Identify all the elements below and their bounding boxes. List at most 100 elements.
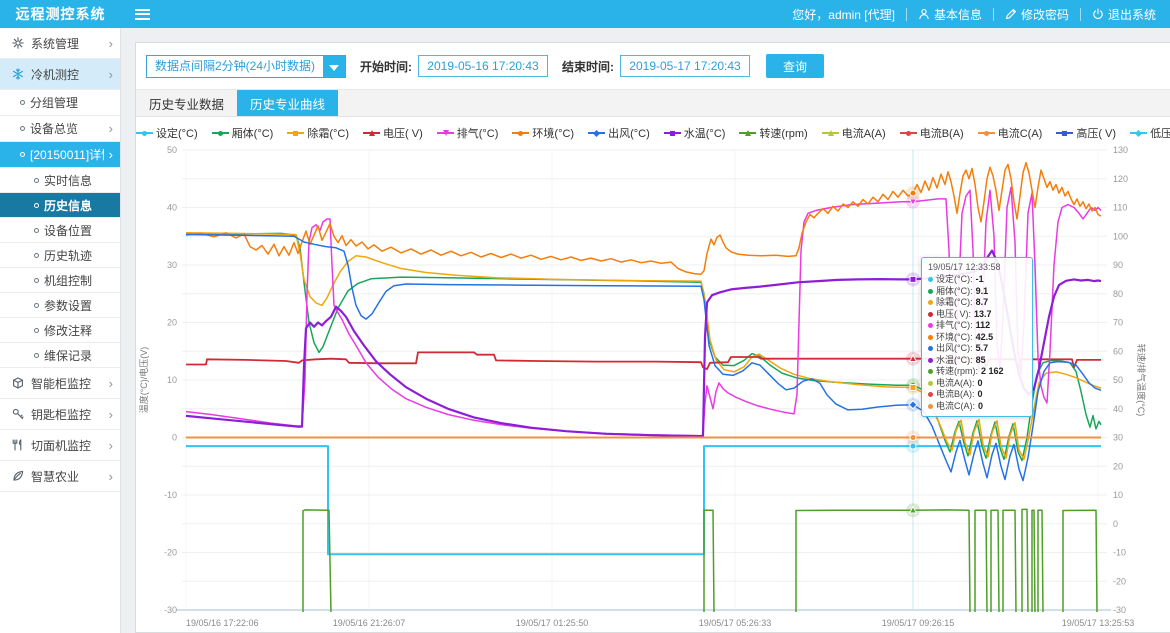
- svg-text:19/05/17 01:25:50: 19/05/17 01:25:50: [516, 618, 589, 628]
- sidebar-item[interactable]: 参数设置: [0, 293, 120, 318]
- series-设定(°C): [186, 446, 1101, 554]
- user-greeting: 您好，admin [代理]: [792, 6, 895, 23]
- sidebar-item[interactable]: 历史信息: [0, 193, 120, 218]
- toolbar: 数据点间隔2分钟(24小时数据) 开始时间: 结束时间: 查询: [136, 43, 1170, 90]
- legend-item[interactable]: 高压( V): [1056, 125, 1116, 141]
- sidebar-item[interactable]: 设备总览›: [0, 116, 120, 142]
- svg-text:19/05/16 17:22:06: 19/05/16 17:22:06: [186, 618, 259, 628]
- svg-text:40: 40: [167, 203, 177, 213]
- svg-text:-30: -30: [164, 605, 177, 615]
- svg-text:130: 130: [1113, 145, 1128, 155]
- svg-text:20: 20: [167, 318, 177, 328]
- chevron-down-icon[interactable]: [323, 56, 345, 77]
- svg-text:19/05/17 09:26:15: 19/05/17 09:26:15: [882, 618, 955, 628]
- series-电压( V): [186, 352, 1101, 369]
- bullet-icon: [20, 126, 25, 131]
- svg-text:90: 90: [1113, 260, 1123, 270]
- svg-text:19/05/17 13:25:53: 19/05/17 13:25:53: [1062, 618, 1135, 628]
- sidebar-item[interactable]: 实时信息: [0, 168, 120, 193]
- legend-marker-icon: [136, 129, 153, 137]
- svg-text:10: 10: [1113, 490, 1123, 500]
- legend-item[interactable]: 水温(°C): [664, 125, 726, 141]
- content-card: 数据点间隔2分钟(24小时数据) 开始时间: 结束时间: 查询 历史专业数据历史…: [135, 42, 1170, 633]
- legend-item[interactable]: 排气(°C): [437, 125, 499, 141]
- svg-text:40: 40: [1113, 404, 1123, 414]
- legend-marker-icon: [664, 129, 681, 137]
- person-icon: [918, 8, 930, 20]
- legend-marker-icon: [512, 129, 529, 137]
- svg-text:19/05/16 21:26:07: 19/05/16 21:26:07: [333, 618, 406, 628]
- chevron-right-icon: ›: [109, 439, 113, 452]
- svg-text:30: 30: [1113, 433, 1123, 443]
- bullet-icon: [34, 328, 39, 333]
- history-curve-chart[interactable]: 50403020100-10-20-3013012011010090807060…: [136, 142, 1149, 632]
- legend-item[interactable]: 除霜(°C): [287, 125, 349, 141]
- svg-text:转速/排气温度(°C): 转速/排气温度(°C): [1136, 344, 1147, 417]
- legend-item[interactable]: 设定(°C): [136, 125, 198, 141]
- header-link-0[interactable]: 基本信息: [918, 6, 982, 23]
- sidebar-item[interactable]: 设备位置: [0, 218, 120, 243]
- legend-item[interactable]: 电流C(A): [978, 125, 1043, 141]
- header-divider: [906, 8, 907, 21]
- sidebar-item[interactable]: 切面机监控›: [0, 430, 120, 461]
- leaf-icon: [12, 470, 24, 482]
- chevron-right-icon: ›: [109, 470, 113, 483]
- svg-text:30: 30: [167, 260, 177, 270]
- sidebar-item[interactable]: 智能柜监控›: [0, 368, 120, 399]
- sidebar-item[interactable]: 机组控制: [0, 268, 120, 293]
- chevron-right-icon: ›: [109, 408, 113, 421]
- sidebar-item[interactable]: 冷机测控›: [0, 59, 120, 90]
- legend-marker-icon: [212, 129, 229, 137]
- header-links: 您好，admin [代理] 基本信息 修改密码 退出系统: [792, 6, 1170, 23]
- legend-marker-icon: [588, 129, 605, 137]
- power-icon: [1092, 8, 1104, 20]
- tab-1[interactable]: 历史专业曲线: [237, 90, 338, 116]
- snowflake-icon: [12, 68, 24, 80]
- legend-item[interactable]: 电流B(A): [900, 125, 964, 141]
- svg-text:50: 50: [167, 145, 177, 155]
- legend-marker-icon: [978, 129, 995, 137]
- legend-marker-icon: [437, 129, 454, 137]
- svg-text:0: 0: [172, 433, 177, 443]
- interval-select[interactable]: 数据点间隔2分钟(24小时数据): [146, 55, 346, 78]
- interval-select-value: 数据点间隔2分钟(24小时数据): [147, 56, 323, 77]
- legend-item[interactable]: 转速(rpm): [739, 125, 807, 141]
- end-time-input[interactable]: [620, 55, 750, 77]
- header-link-2[interactable]: 退出系统: [1092, 6, 1156, 23]
- svg-text:-20: -20: [1113, 576, 1126, 586]
- sidebar-item[interactable]: 历史轨迹: [0, 243, 120, 268]
- legend-item[interactable]: 环境(°C): [512, 125, 574, 141]
- end-time-label: 结束时间:: [562, 58, 614, 75]
- svg-text:100: 100: [1113, 231, 1128, 241]
- svg-text:50: 50: [1113, 375, 1123, 385]
- sidebar-item[interactable]: 系统管理›: [0, 28, 120, 59]
- pencil-icon: [1005, 8, 1017, 20]
- legend-marker-icon: [363, 129, 380, 137]
- query-button[interactable]: 查询: [766, 54, 824, 78]
- sidebar-item[interactable]: [20150011]详情›: [0, 142, 120, 168]
- svg-text:0: 0: [1113, 519, 1118, 529]
- sidebar-item[interactable]: 维保记录: [0, 343, 120, 368]
- start-time-input[interactable]: [418, 55, 548, 77]
- sidebar-item[interactable]: 钥匙柜监控›: [0, 399, 120, 430]
- legend-item[interactable]: 低压( V): [1130, 125, 1170, 141]
- sidebar-item[interactable]: 智慧农业›: [0, 461, 120, 492]
- hamburger-menu-icon[interactable]: [135, 9, 150, 20]
- tab-0[interactable]: 历史专业数据: [136, 90, 237, 116]
- sidebar: 系统管理›冷机测控›分组管理设备总览›[20150011]详情›实时信息历史信息…: [0, 28, 121, 633]
- legend-item[interactable]: 电压( V): [363, 125, 423, 141]
- legend-marker-icon: [1056, 129, 1073, 137]
- header-divider: [993, 8, 994, 21]
- svg-text:10: 10: [167, 375, 177, 385]
- svg-text:-10: -10: [1113, 548, 1126, 558]
- sidebar-item[interactable]: 修改注释: [0, 318, 120, 343]
- legend-item[interactable]: 厢体(°C): [212, 125, 274, 141]
- legend-marker-icon: [822, 129, 839, 137]
- legend-item[interactable]: 出风(°C): [588, 125, 650, 141]
- svg-text:-10: -10: [164, 490, 177, 500]
- legend-item[interactable]: 电流A(A): [822, 125, 886, 141]
- header-link-1[interactable]: 修改密码: [1005, 6, 1069, 23]
- sidebar-item[interactable]: 分组管理: [0, 90, 120, 116]
- app-logo: 远程测控系统: [0, 4, 121, 24]
- legend-marker-icon: [900, 129, 917, 137]
